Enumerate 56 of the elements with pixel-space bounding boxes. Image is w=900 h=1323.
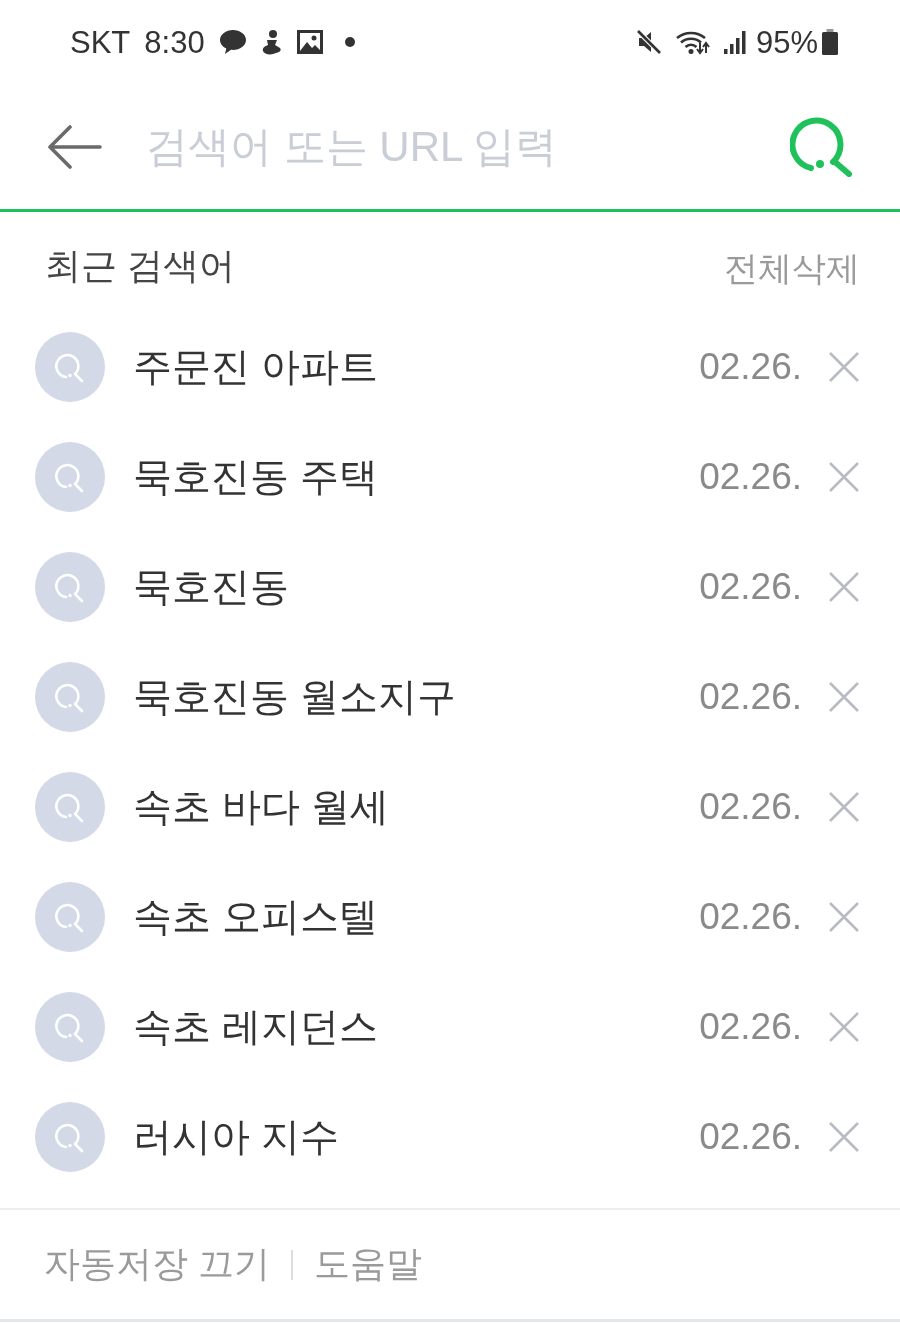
close-icon bbox=[828, 351, 860, 383]
battery-percent: 95% bbox=[755, 26, 818, 58]
person-icon bbox=[260, 29, 283, 55]
close-icon bbox=[828, 461, 860, 493]
close-icon bbox=[828, 1121, 860, 1153]
back-arrow-icon bbox=[48, 124, 102, 169]
delete-button[interactable] bbox=[828, 791, 860, 823]
search-history-icon bbox=[35, 662, 105, 732]
search-history-icon bbox=[35, 992, 105, 1062]
muted-speaker-icon bbox=[635, 29, 662, 55]
search-date: 02.26. bbox=[699, 1006, 802, 1048]
search-date: 02.26. bbox=[699, 896, 802, 938]
search-history-icon bbox=[35, 772, 105, 842]
delete-button[interactable] bbox=[828, 1011, 860, 1043]
image-icon bbox=[296, 30, 323, 54]
carrier-name: SKT bbox=[70, 26, 131, 58]
signal-bars-icon bbox=[723, 30, 746, 54]
delete-button[interactable] bbox=[828, 901, 860, 933]
clock-time: 8:30 bbox=[144, 26, 205, 58]
close-icon bbox=[828, 571, 860, 603]
delete-button[interactable] bbox=[828, 681, 860, 713]
search-history-icon bbox=[35, 882, 105, 952]
close-icon bbox=[828, 681, 860, 713]
delete-button[interactable] bbox=[828, 571, 860, 603]
recent-search-query[interactable]: 속초 바다 월세 bbox=[133, 780, 700, 834]
chat-bubble-icon bbox=[218, 29, 247, 55]
recent-search-query[interactable]: 러시아 지수 bbox=[133, 1110, 700, 1164]
delete-button[interactable] bbox=[828, 351, 860, 383]
close-icon bbox=[828, 901, 860, 933]
delete-button[interactable] bbox=[828, 461, 860, 493]
back-button[interactable] bbox=[48, 124, 102, 169]
search-date: 02.26. bbox=[699, 346, 802, 388]
search-date: 02.26. bbox=[699, 786, 802, 828]
search-date: 02.26. bbox=[699, 1116, 802, 1158]
search-history-icon bbox=[35, 332, 105, 402]
search-date: 02.26. bbox=[699, 676, 802, 718]
battery-icon bbox=[822, 29, 838, 55]
search-date: 02.26. bbox=[699, 456, 802, 498]
close-icon bbox=[828, 791, 860, 823]
section-title: 최근 검색어 bbox=[45, 243, 235, 288]
search-history-icon bbox=[35, 552, 105, 622]
search-button[interactable] bbox=[790, 116, 854, 177]
recent-search-query[interactable]: 묵호진동 bbox=[133, 560, 700, 614]
wifi-icon bbox=[675, 29, 710, 55]
recent-search-query[interactable]: 묵호진동 월소지구 bbox=[133, 670, 700, 724]
search-history-icon bbox=[35, 442, 105, 512]
recent-search-query[interactable]: 주문진 아파트 bbox=[133, 340, 700, 394]
recent-search-query[interactable]: 묵호진동 주택 bbox=[133, 450, 700, 504]
search-date: 02.26. bbox=[699, 566, 802, 608]
search-history-icon bbox=[35, 1102, 105, 1172]
close-icon bbox=[828, 1011, 860, 1043]
delete-button[interactable] bbox=[828, 1121, 860, 1153]
recent-search-query[interactable]: 속초 오피스텔 bbox=[133, 890, 700, 944]
recent-search-query[interactable]: 속초 레지던스 bbox=[133, 1000, 700, 1054]
dot-icon bbox=[344, 37, 355, 47]
search-icon bbox=[790, 116, 854, 177]
